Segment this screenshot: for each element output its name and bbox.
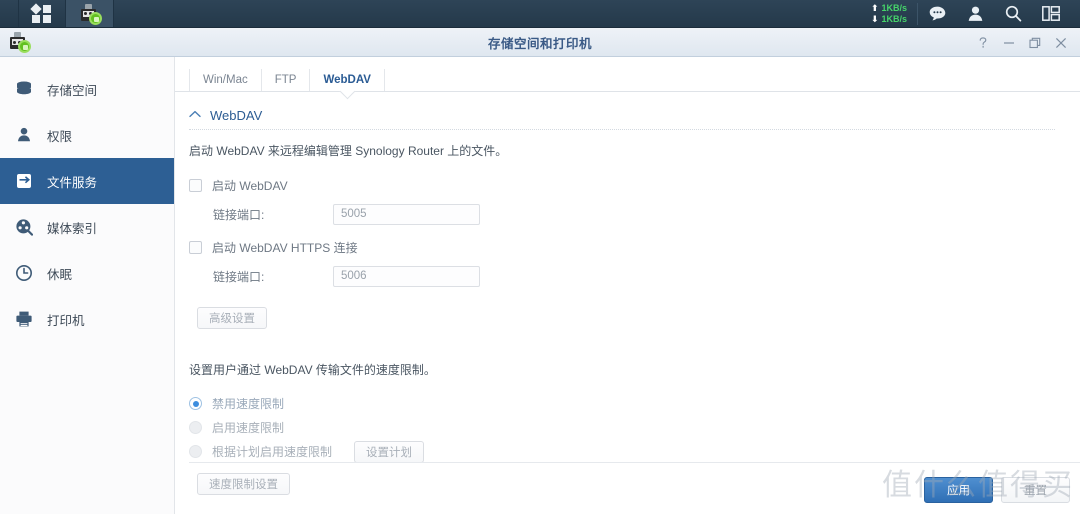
speed-option-schedule-label: 根据计划启用速度限制 <box>212 445 333 459</box>
webdav-description: 启动 WebDAV 来远程编辑管理 Synology Router 上的文件。 <box>189 144 508 158</box>
speed-option-disable-row[interactable]: 禁用速度限制 <box>189 392 1080 415</box>
media-index-icon <box>14 217 34 237</box>
apply-button[interactable]: 应用 <box>924 477 993 503</box>
footer-divider <box>189 462 1080 463</box>
close-button[interactable] <box>1048 28 1074 57</box>
grid-menu-icon <box>30 2 52 23</box>
enable-webdav-https-checkbox[interactable] <box>189 240 202 254</box>
user-permissions-icon <box>14 125 34 145</box>
help-button[interactable] <box>970 28 996 57</box>
storage-stack-icon <box>14 79 34 99</box>
speed-option-disable-radio[interactable] <box>189 397 202 410</box>
network-speed-indicator[interactable]: ⬆ 1KB/s ⬇ 1KB/s <box>870 2 918 25</box>
download-arrow-icon: ⬇ <box>870 13 879 24</box>
search-icon[interactable] <box>994 0 1032 28</box>
advanced-settings-button[interactable]: 高级设置 <box>197 307 267 329</box>
user-account-icon[interactable] <box>956 0 994 28</box>
taskbar-right-group: ⬆ 1KB/s ⬇ 1KB/s <box>871 0 1080 27</box>
application-window: 存储空间和打印机 存储空间 权限 文件服务 媒体索引 休眠 打印机 Win/Ma… <box>0 28 1080 514</box>
footer-actions: 应用 重置 <box>924 477 1070 503</box>
enable-webdav-https-row[interactable]: 启动 WebDAV HTTPS 连接 <box>189 235 1080 259</box>
usb-storage-icon <box>79 3 102 25</box>
webdav-section-header[interactable]: WebDAV <box>189 108 1080 129</box>
sidebar-item-media-index[interactable]: 媒体索引 <box>0 204 174 250</box>
upload-arrow-icon: ⬆ <box>870 2 879 13</box>
sidebar-item-label: 文件服务 <box>47 175 98 190</box>
upload-speed: 1KB/s <box>881 2 907 13</box>
speed-option-enable-radio[interactable] <box>189 421 202 434</box>
section-divider <box>189 129 1055 130</box>
window-app-icon <box>8 32 31 53</box>
sidebar-item-hibernation[interactable]: 休眠 <box>0 250 174 296</box>
sidebar-item-label: 休眠 <box>47 267 73 282</box>
speed-option-schedule-row[interactable]: 根据计划启用速度限制 设置计划 <box>189 440 1080 463</box>
webdav-port-input[interactable]: 5005 <box>333 203 480 225</box>
sidebar-item-label: 媒体索引 <box>47 221 98 236</box>
tab-bar: Win/Mac FTP WebDAV <box>175 65 1080 92</box>
sidebar: 存储空间 权限 文件服务 媒体索引 休眠 打印机 <box>0 57 175 514</box>
window-titlebar[interactable]: 存储空间和打印机 <box>0 28 1080 57</box>
webdav-https-port-input[interactable]: 5006 <box>333 265 480 287</box>
speed-option-disable-label: 禁用速度限制 <box>212 397 285 411</box>
tab-ftp[interactable]: FTP <box>262 69 311 91</box>
enable-webdav-label: 启动 WebDAV <box>212 178 288 193</box>
window-controls <box>970 28 1074 57</box>
notifications-icon[interactable] <box>918 0 956 28</box>
speed-option-schedule-radio[interactable] <box>189 445 202 458</box>
content-area: Win/Mac FTP WebDAV WebDAV 启动 WebDAV 来远程编… <box>175 57 1080 514</box>
window-body: 存储空间 权限 文件服务 媒体索引 休眠 打印机 Win/Mac FTP Web… <box>0 57 1080 514</box>
tab-win-mac[interactable]: Win/Mac <box>189 69 262 91</box>
taskbar-app-storage-printer[interactable] <box>66 0 114 27</box>
maximize-button[interactable] <box>1022 28 1048 57</box>
webdav-port-label: 链接端口: <box>213 207 265 222</box>
tab-webdav[interactable]: WebDAV <box>310 69 385 91</box>
webdav-port-row: 链接端口: 5005 <box>213 201 1080 227</box>
speed-limit-description: 设置用户通过 WebDAV 传输文件的速度限制。 <box>189 363 436 377</box>
sidebar-item-permissions[interactable]: 权限 <box>0 112 174 158</box>
chevron-up-icon[interactable] <box>189 109 201 121</box>
window-title: 存储空间和打印机 <box>487 36 592 51</box>
speed-option-enable-row[interactable]: 启用速度限制 <box>189 416 1080 439</box>
webdav-https-port-label: 链接端口: <box>213 269 265 284</box>
hibernation-clock-icon <box>14 263 34 283</box>
download-speed: 1KB/s <box>881 13 907 24</box>
sidebar-item-storage[interactable]: 存储空间 <box>0 66 174 112</box>
sidebar-item-label: 存储空间 <box>47 83 98 98</box>
speed-limit-settings-button[interactable]: 速度限制设置 <box>197 473 290 495</box>
webdav-https-port-row: 链接端口: 5006 <box>213 263 1080 289</box>
webdav-panel: WebDAV 启动 WebDAV 来远程编辑管理 Synology Router… <box>175 92 1080 503</box>
file-service-icon <box>14 171 34 191</box>
main-menu-button[interactable] <box>18 0 66 27</box>
speed-option-enable-label: 启用速度限制 <box>212 421 285 435</box>
set-schedule-button[interactable]: 设置计划 <box>354 440 425 463</box>
minimize-button[interactable] <box>996 28 1022 57</box>
printer-icon <box>14 309 34 329</box>
enable-webdav-row[interactable]: 启动 WebDAV <box>189 173 1080 197</box>
section-title: WebDAV <box>210 108 263 123</box>
taskbar: ⬆ 1KB/s ⬇ 1KB/s <box>0 0 1080 28</box>
taskbar-left-group <box>0 0 114 27</box>
sidebar-item-file-services[interactable]: 文件服务 <box>0 158 174 204</box>
sidebar-item-label: 权限 <box>47 129 73 144</box>
sidebar-item-label: 打印机 <box>47 313 85 328</box>
reset-button[interactable]: 重置 <box>1001 477 1070 503</box>
widgets-icon[interactable] <box>1032 0 1070 28</box>
enable-webdav-https-label: 启动 WebDAV HTTPS 连接 <box>212 240 358 255</box>
enable-webdav-checkbox[interactable] <box>189 178 202 192</box>
sidebar-item-printer[interactable]: 打印机 <box>0 296 174 342</box>
